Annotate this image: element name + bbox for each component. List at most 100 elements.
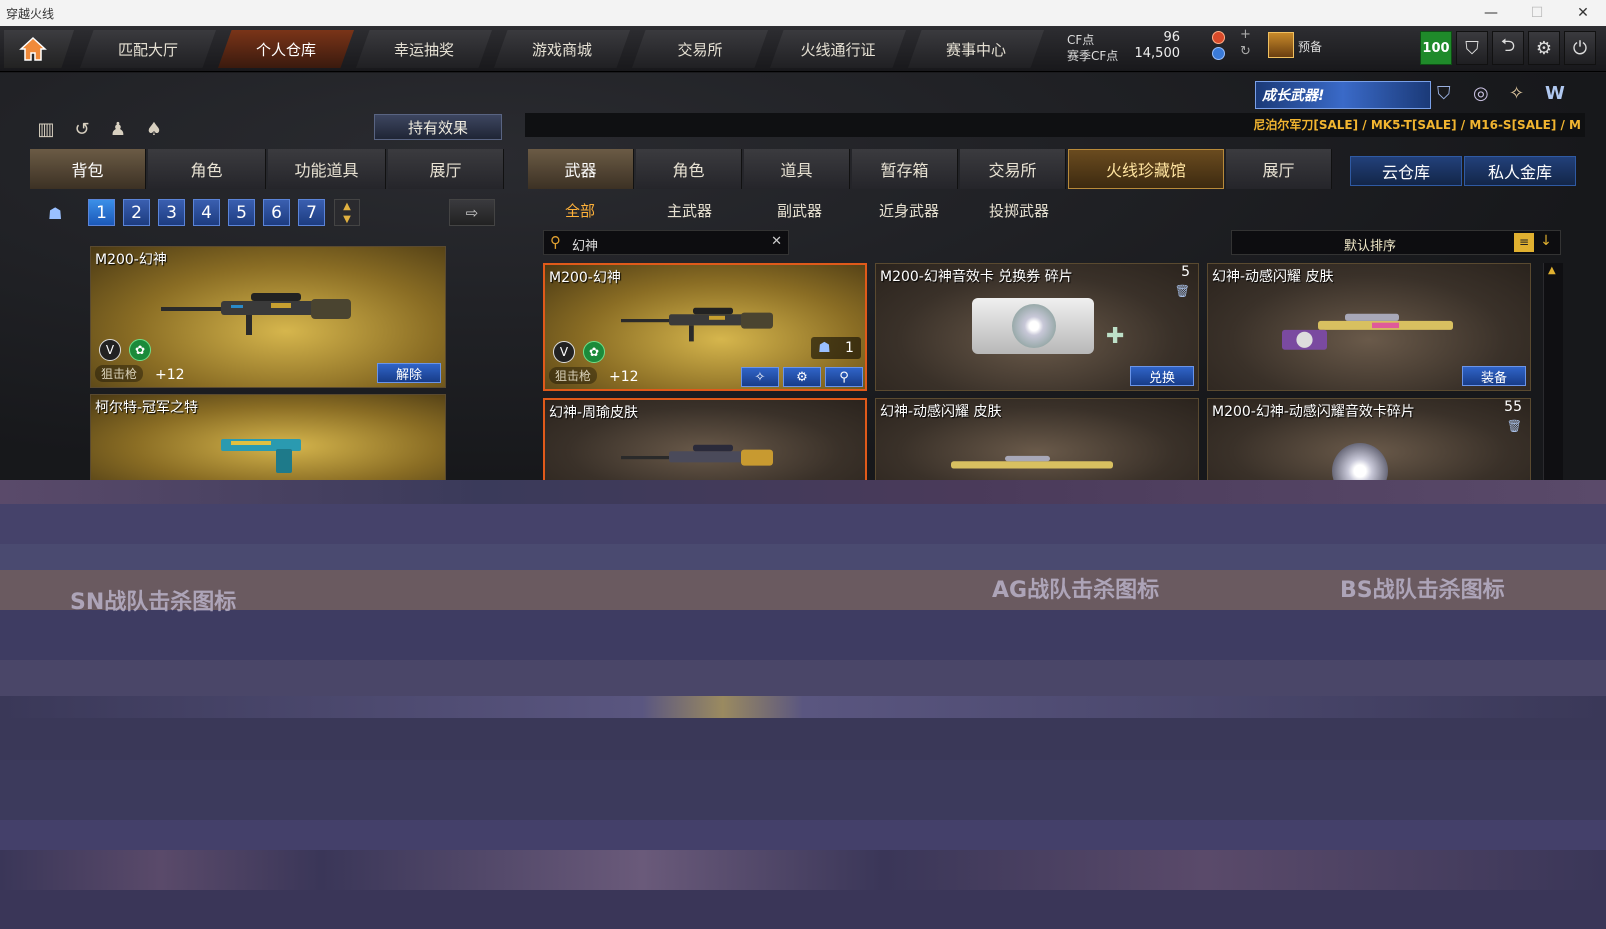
- page-7-button[interactable]: 7: [298, 199, 325, 226]
- tab-lucky-draw[interactable]: 幸运抽奖: [356, 30, 492, 68]
- subtab-secondary[interactable]: 副武器: [777, 200, 822, 221]
- v-emblem-icon[interactable]: ⛉: [1437, 83, 1461, 107]
- tab-trade[interactable]: 交易所: [960, 149, 1066, 189]
- tab-showroom[interactable]: 展厅: [388, 149, 504, 189]
- tab-function-items[interactable]: 功能道具: [268, 149, 386, 189]
- window-title: 穿越火线: [6, 6, 55, 21]
- backpack-icon: ☗: [818, 340, 831, 356]
- equip-button[interactable]: 装备: [1462, 366, 1526, 386]
- item-card[interactable]: M200-幻神音效卡 兑换券 碎片 5 🗑 ✚ 兑换: [875, 263, 1199, 391]
- window-titlebar: 穿越火线 — ☐ ✕: [0, 0, 1606, 26]
- subtab-all[interactable]: 全部: [565, 200, 595, 221]
- tab-character[interactable]: 角色: [148, 149, 266, 189]
- enhance-level: +12: [155, 367, 185, 383]
- disc-icon: [1332, 443, 1388, 480]
- page-1-button[interactable]: 1: [88, 199, 115, 226]
- item-title: 柯尔特-冠军之特: [95, 400, 199, 416]
- home-icon: [19, 36, 47, 61]
- tab-characters[interactable]: 角色: [636, 149, 742, 189]
- tab-exchange[interactable]: 交易所: [632, 30, 768, 68]
- history-icon[interactable]: ↺: [70, 117, 94, 141]
- minimize-button[interactable]: —: [1468, 0, 1514, 26]
- item-title: M200-幻神音效卡 兑换券 碎片: [880, 269, 1073, 285]
- page-scroll-arrows[interactable]: ▲ ▼: [334, 199, 360, 226]
- tab-match-lobby[interactable]: 匹配大厅: [80, 30, 216, 68]
- v-badge-icon: V: [553, 341, 575, 363]
- w-emblem-icon[interactable]: W: [1545, 83, 1569, 107]
- item-card[interactable]: 幻神-动感闪耀 皮肤 装备: [1207, 263, 1531, 391]
- tab-collection-hall[interactable]: 火线珍藏馆: [1068, 149, 1224, 189]
- tab-battle-pass[interactable]: 火线通行证: [770, 30, 906, 68]
- refresh-icon[interactable]: ↻: [1240, 44, 1251, 59]
- shield-button[interactable]: ⛉: [1456, 31, 1488, 65]
- tab-cloud-storage[interactable]: 云仓库: [1350, 156, 1462, 186]
- home-button[interactable]: [4, 30, 74, 68]
- tab-weapons[interactable]: 武器: [528, 149, 634, 189]
- page-4-button[interactable]: 4: [193, 199, 220, 226]
- unequip-button[interactable]: 解除: [377, 363, 441, 383]
- left-panel: ▥ ↺ ♟ ♠ 持有效果 背包 角色 功能道具 展厅 ☗ 1 2 3 4 5 6…: [28, 73, 508, 480]
- item-title: M200-幻神-动感闪耀音效卡碎片: [1212, 404, 1415, 420]
- page-3-button[interactable]: 3: [158, 199, 185, 226]
- shield-icon: ⛉: [1465, 37, 1479, 59]
- item-scrollbar[interactable]: ▲: [1543, 263, 1563, 480]
- subtab-melee[interactable]: 近身武器: [879, 200, 939, 221]
- magnifier-icon: ⚲: [839, 369, 849, 385]
- subtab-throwing[interactable]: 投掷武器: [989, 200, 1049, 221]
- list-view-icon[interactable]: ≡: [1514, 233, 1534, 252]
- settings-button[interactable]: ⚙: [1528, 31, 1560, 65]
- search-box[interactable]: ⚲ 幻神 ✕: [543, 230, 789, 255]
- tab-private-vault[interactable]: 私人金库: [1464, 156, 1576, 186]
- tab-personal-storage[interactable]: 个人仓库: [218, 30, 354, 68]
- green-badge-icon: ✿: [583, 341, 605, 363]
- exit-button[interactable]: ⮌: [1492, 31, 1524, 65]
- page-6-button[interactable]: 6: [263, 199, 290, 226]
- item-card[interactable]: M200-幻神-动感闪耀音效卡碎片 55 🗑: [1207, 398, 1531, 480]
- tab-backpack[interactable]: 背包: [30, 149, 146, 189]
- tab-event-center[interactable]: 赛事中心: [908, 30, 1044, 68]
- tab-showroom[interactable]: 展厅: [1226, 149, 1332, 189]
- item-card[interactable]: 幻神-动感闪耀 皮肤: [875, 398, 1199, 480]
- maximize-button[interactable]: ☐: [1514, 0, 1560, 26]
- promo-banner[interactable]: 成长武器!: [1255, 81, 1431, 109]
- scroll-up-icon[interactable]: ▲: [1548, 265, 1556, 276]
- wing-emblem-icon[interactable]: ✧: [1509, 83, 1533, 107]
- transfer-button[interactable]: ⇨: [449, 199, 495, 226]
- sort-order-icon[interactable]: ↓: [1536, 233, 1556, 252]
- character-icon[interactable]: ♟: [106, 117, 130, 141]
- close-button[interactable]: ✕: [1560, 0, 1606, 26]
- page-5-button[interactable]: 5: [228, 199, 255, 226]
- sort-dropdown[interactable]: 默认排序 ≡ ↓: [1231, 230, 1561, 255]
- search-input[interactable]: 幻神: [572, 235, 598, 254]
- item-card[interactable]: 幻神-周瑜皮肤: [543, 398, 867, 480]
- add-icon[interactable]: +: [1240, 27, 1251, 42]
- pistol-icon: [221, 439, 301, 473]
- inspect-button[interactable]: ⚲: [825, 367, 863, 387]
- left-item-card[interactable]: M200-幻神 V ✿ 狙击枪 +12 解除: [90, 246, 446, 388]
- cf-coin-icon: [1212, 31, 1225, 44]
- delete-icon[interactable]: 🗑: [1175, 284, 1190, 298]
- left-item-card[interactable]: 柯尔特-冠军之特: [90, 394, 446, 480]
- tab-game-mall[interactable]: 游戏商城: [494, 30, 630, 68]
- tab-temp-box[interactable]: 暂存箱: [852, 149, 958, 189]
- power-button[interactable]: ⏻: [1564, 31, 1596, 65]
- page-2-button[interactable]: 2: [123, 199, 150, 226]
- item-count: 1: [844, 340, 854, 356]
- wrench-icon: ✧: [754, 369, 766, 385]
- bag-icon[interactable]: ♠: [142, 117, 166, 141]
- tab-items[interactable]: 道具: [744, 149, 850, 189]
- ranking-icon[interactable]: ▥: [34, 117, 58, 141]
- level-badge[interactable]: 100: [1420, 31, 1452, 65]
- customize-button[interactable]: ✧: [741, 367, 779, 387]
- holding-effect-button[interactable]: 持有效果: [374, 114, 502, 140]
- glitch-text: SN战队击杀图标: [70, 590, 237, 615]
- target-emblem-icon[interactable]: ◎: [1473, 83, 1497, 107]
- clear-search-icon[interactable]: ✕: [771, 234, 782, 249]
- item-card[interactable]: M200-幻神 V ✿ ☗ 1 狙击枪 +12 ✧ ⚙ ⚲: [543, 263, 867, 391]
- subtab-primary[interactable]: 主武器: [667, 200, 712, 221]
- sale-ticker: 尼泊尔军刀[SALE] / MK5-T[SALE] / M16-S[SALE] …: [525, 113, 1585, 137]
- delete-icon[interactable]: 🗑: [1507, 419, 1522, 433]
- settings-button[interactable]: ⚙: [783, 367, 821, 387]
- item-count: 55: [1504, 399, 1522, 415]
- exchange-button[interactable]: 兑换: [1130, 366, 1194, 386]
